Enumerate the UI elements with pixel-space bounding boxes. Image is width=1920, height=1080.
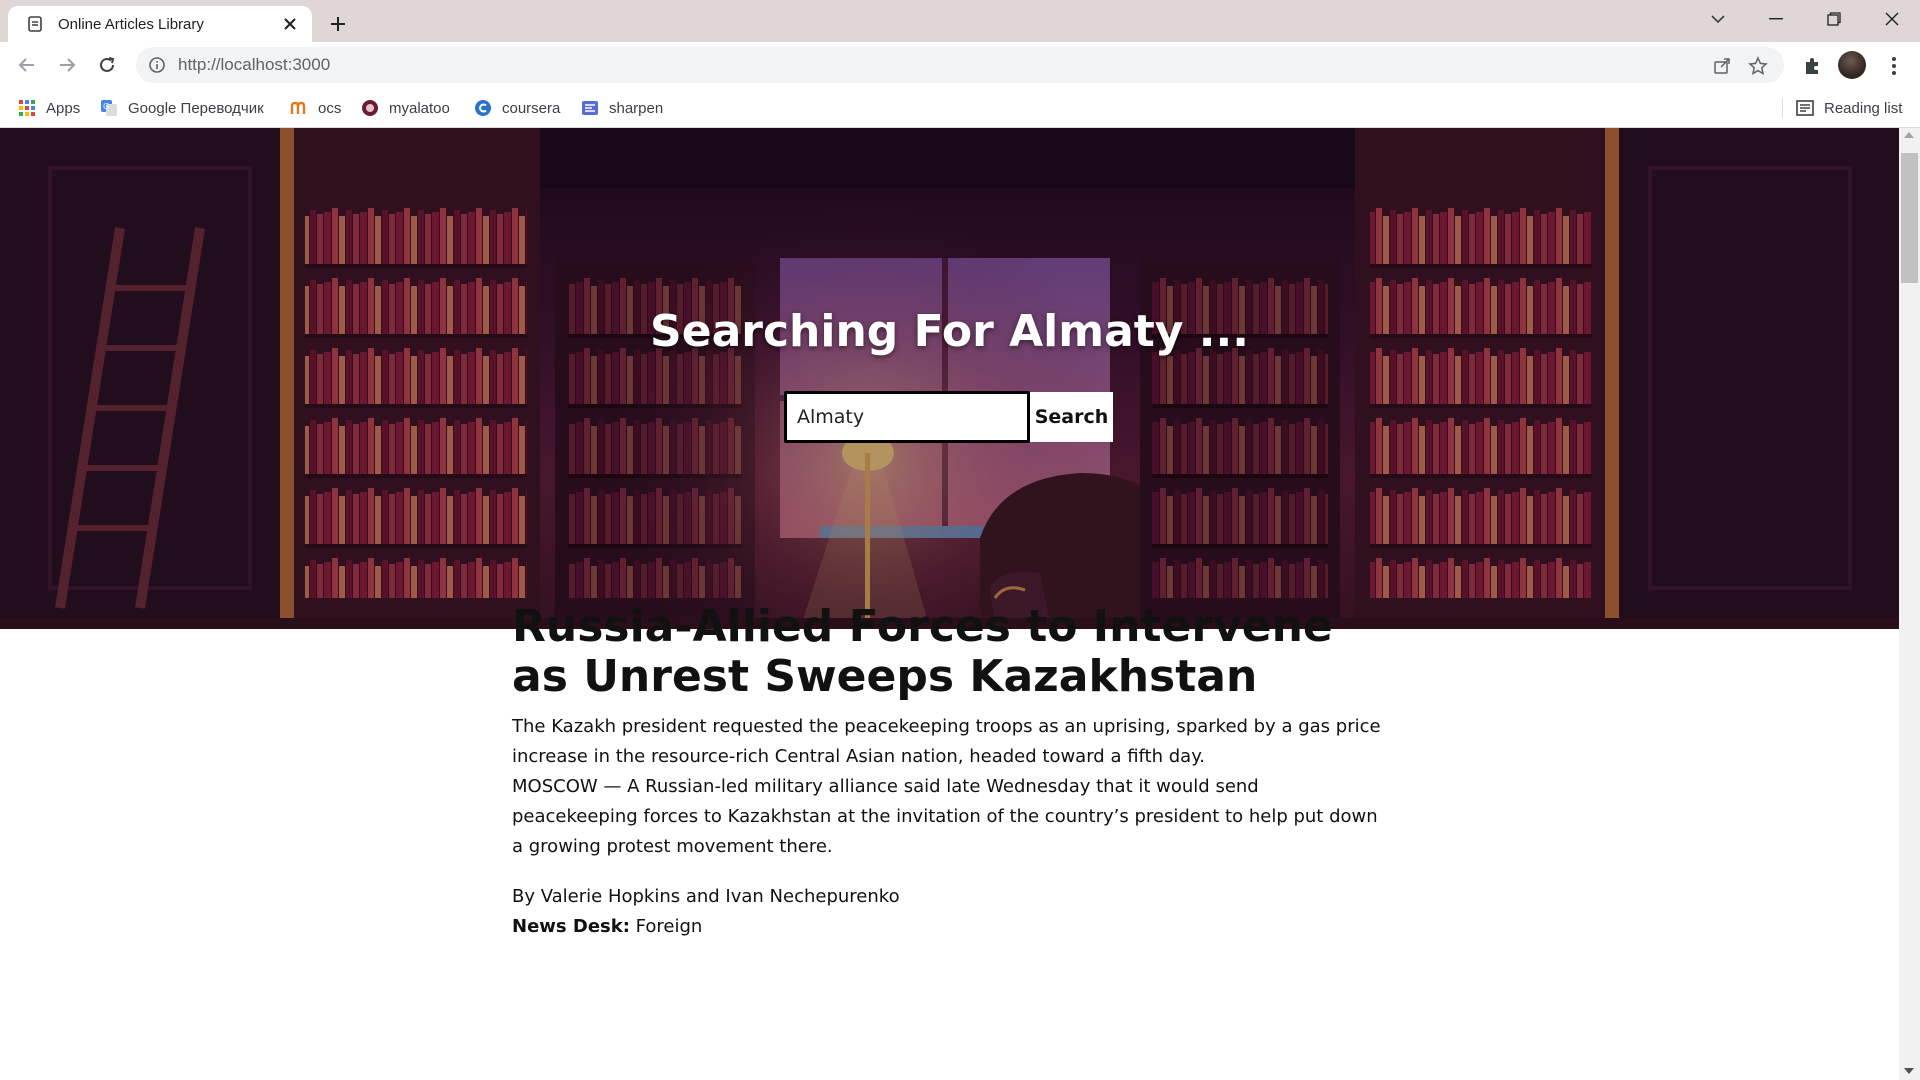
tab-active[interactable]: Online Articles Library — [8, 6, 312, 42]
myalatoo-icon — [361, 99, 379, 117]
tab-strip: Online Articles Library — [0, 0, 1920, 42]
share-icon[interactable] — [1712, 56, 1732, 76]
reload-icon[interactable] — [92, 50, 122, 80]
forward-arrow-icon[interactable] — [52, 50, 82, 80]
search-input[interactable] — [784, 391, 1030, 443]
tab-title: Online Articles Library — [58, 15, 204, 33]
restore-icon[interactable] — [1806, 0, 1862, 38]
close-window-icon[interactable] — [1864, 0, 1920, 38]
svg-text:G: G — [103, 102, 109, 111]
hero-banner: Searching For Almaty ... Search — [0, 128, 1899, 629]
bookmark-label: ocs — [318, 99, 342, 117]
bookmarks-bar: Apps G Google Переводчик ocs myalatoo co… — [0, 88, 1920, 128]
extensions-puzzle-icon[interactable] — [1798, 52, 1826, 80]
page-scrollbar[interactable] — [1899, 128, 1920, 1080]
bookmark-label: coursera — [502, 99, 561, 117]
tab-search-chevron-icon[interactable] — [1690, 0, 1746, 38]
bookmark-sharpen[interactable]: sharpen — [581, 88, 663, 128]
reading-list-label: Reading list — [1824, 99, 1903, 117]
back-arrow-icon[interactable] — [12, 50, 42, 80]
scroll-up-arrow-icon[interactable] — [1904, 132, 1914, 138]
article-byline: By Valerie Hopkins and Ivan Nechepurenko — [512, 886, 900, 907]
bookmarks-separator — [1782, 98, 1783, 118]
sharpen-icon — [581, 99, 599, 117]
news-desk-label: News Desk: — [512, 916, 630, 937]
minimize-icon[interactable] — [1748, 0, 1804, 38]
browser-toolbar: http://localhost:3000 — [0, 42, 1920, 88]
article-news-desk: News Desk: Foreign — [512, 912, 1382, 942]
bookmark-coursera[interactable]: coursera — [474, 88, 560, 128]
article-card: Russia-Allied Forces to Intervene as Unr… — [512, 602, 1382, 942]
scrollbar-thumb[interactable] — [1901, 153, 1918, 283]
bookmark-label: myalatoo — [389, 99, 450, 117]
bookmark-label: Google Переводчик — [128, 99, 264, 117]
page-viewport: Searching For Almaty ... Search Russia-A… — [0, 128, 1899, 1080]
article-headline[interactable]: Russia-Allied Forces to Intervene as Unr… — [512, 602, 1382, 702]
article-snippet: MOSCOW — A Russian-led military alliance… — [512, 776, 1378, 857]
profile-avatar[interactable] — [1838, 51, 1866, 79]
url-text[interactable]: http://localhost:3000 — [178, 47, 330, 83]
document-icon — [28, 16, 42, 32]
library-illustration — [0, 128, 1899, 629]
browser-menu-kebab-icon[interactable] — [1880, 52, 1908, 80]
article-lead-paragraph: The Kazakh president requested the peace… — [512, 716, 1381, 767]
reading-list-icon — [1796, 99, 1814, 117]
scroll-down-arrow-icon[interactable] — [1904, 1068, 1914, 1074]
google-translate-icon: G — [100, 99, 118, 117]
new-tab-plus-icon[interactable] — [322, 8, 354, 40]
bookmark-star-icon[interactable] — [1748, 56, 1768, 76]
bookmark-apps[interactable]: Apps — [18, 88, 80, 128]
bookmark-ocs[interactable]: ocs — [290, 88, 341, 128]
ocs-icon — [290, 99, 308, 117]
bookmark-label: Apps — [46, 99, 81, 117]
address-bar[interactable]: http://localhost:3000 — [136, 47, 1784, 83]
bookmark-myalatoo[interactable]: myalatoo — [361, 88, 450, 128]
bookmark-label: sharpen — [609, 99, 664, 117]
site-info-icon[interactable] — [148, 56, 166, 74]
tab-close-icon[interactable] — [280, 14, 300, 34]
news-desk-value: Foreign — [635, 916, 703, 937]
coursera-icon — [474, 99, 492, 117]
apps-grid-icon — [18, 99, 36, 117]
reading-list-button[interactable]: Reading list — [1796, 88, 1902, 128]
search-button[interactable]: Search — [1030, 392, 1113, 442]
bookmark-google-translate[interactable]: G Google Переводчик — [100, 88, 264, 128]
search-heading: Searching For Almaty ... — [650, 306, 1249, 357]
